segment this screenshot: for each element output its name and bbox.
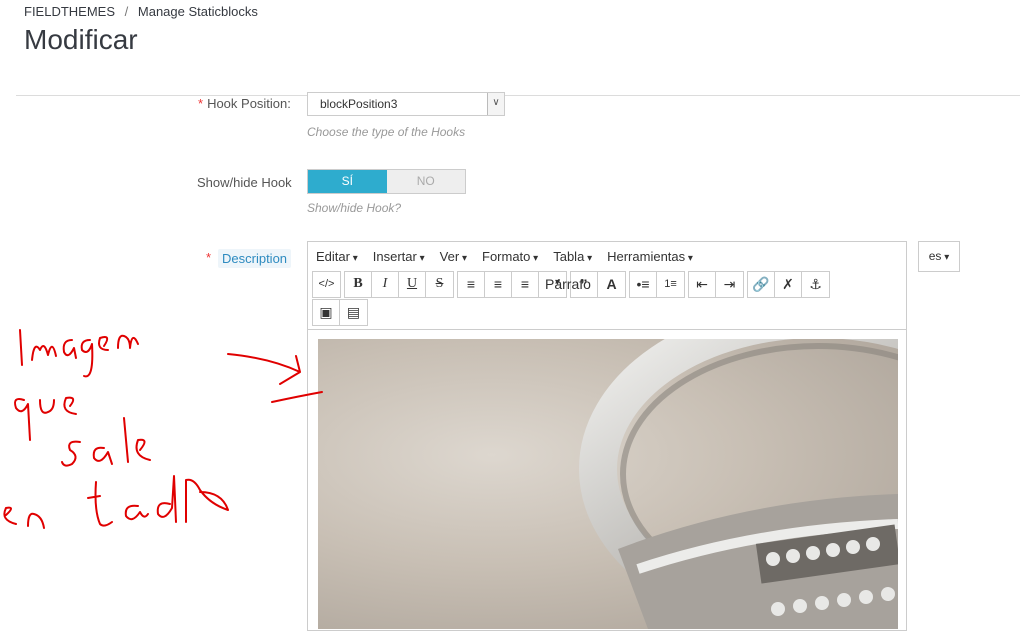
required-marker: * (206, 250, 212, 265)
align-center-icon[interactable]: ≡ (485, 271, 512, 297)
ring-photo (318, 339, 898, 629)
menu-insertar[interactable]: Insertar (373, 249, 425, 264)
rich-text-editor[interactable]: Editar Insertar Ver Formato Tabla Herram… (307, 241, 907, 631)
editor-toolbar-row2: ▣ ▤ (308, 298, 906, 326)
required-marker: * (198, 96, 204, 111)
link-icon[interactable]: 🔗 (748, 271, 775, 297)
breadcrumb-current[interactable]: Manage Staticblocks (138, 4, 258, 19)
menu-editar[interactable]: Editar (316, 249, 358, 264)
breadcrumb-root[interactable]: FIELDTHEMES (24, 4, 115, 19)
anchor-icon[interactable]: ⚓ (802, 272, 829, 297)
breadcrumb-separator: / (124, 4, 129, 19)
description-label: Description (218, 249, 292, 268)
language-select[interactable]: es (918, 241, 960, 272)
show-hide-label: Show/hide Hook (197, 175, 292, 190)
toggle-yes[interactable]: SÍ (308, 170, 387, 193)
handwritten-annotation (3, 329, 323, 529)
editor-content[interactable] (308, 329, 906, 630)
menu-ver[interactable]: Ver (440, 249, 467, 264)
bullet-list-icon[interactable]: •≡ (630, 271, 657, 297)
hook-position-label: * Hook Position: (198, 96, 291, 111)
align-left-icon[interactable]: ≡ (458, 271, 485, 297)
strikethrough-icon[interactable]: S (426, 272, 453, 297)
source-code-icon[interactable]: </> (313, 272, 340, 297)
hook-position-select[interactable]: blockPosition3 ∨ (307, 92, 505, 116)
chevron-down-icon[interactable]: ∨ (487, 93, 504, 115)
editor-menubar: Editar Insertar Ver Formato Tabla Herram… (308, 242, 906, 270)
numbered-list-icon[interactable]: 1≡ (657, 272, 684, 297)
align-right-icon[interactable]: ≡ (512, 271, 539, 297)
editor-toolbar: </> B I U S ≡ ≡ ≡ Párrafo ” A •≡ 1≡ ⇤ ⇥ … (308, 270, 906, 298)
text-color-icon[interactable]: A (598, 272, 625, 297)
hook-position-value: blockPosition3 (320, 97, 398, 111)
divider (16, 95, 1020, 96)
breadcrumb: FIELDTHEMES / Manage Staticblocks (24, 4, 258, 19)
menu-herramientas[interactable]: Herramientas (607, 249, 693, 264)
hook-position-help: Choose the type of the Hooks (307, 125, 466, 139)
toggle-no[interactable]: NO (386, 170, 465, 193)
image-icon[interactable]: ▤ (340, 300, 367, 325)
menu-tabla[interactable]: Tabla (553, 249, 592, 264)
indent-icon[interactable]: ⇥ (716, 272, 743, 297)
page-title: Modificar (24, 24, 138, 55)
show-hide-toggle[interactable]: SÍ NO (307, 169, 466, 194)
format-select[interactable]: Párrafo (539, 272, 591, 297)
bold-icon[interactable]: B (345, 271, 372, 297)
menu-formato[interactable]: Formato (482, 249, 538, 264)
underline-icon[interactable]: U (399, 271, 426, 297)
outdent-icon[interactable]: ⇤ (689, 271, 716, 297)
show-hide-help: Show/hide Hook? (307, 201, 402, 215)
unlink-icon[interactable]: ✗ (775, 271, 802, 297)
italic-icon[interactable]: I (372, 271, 399, 297)
